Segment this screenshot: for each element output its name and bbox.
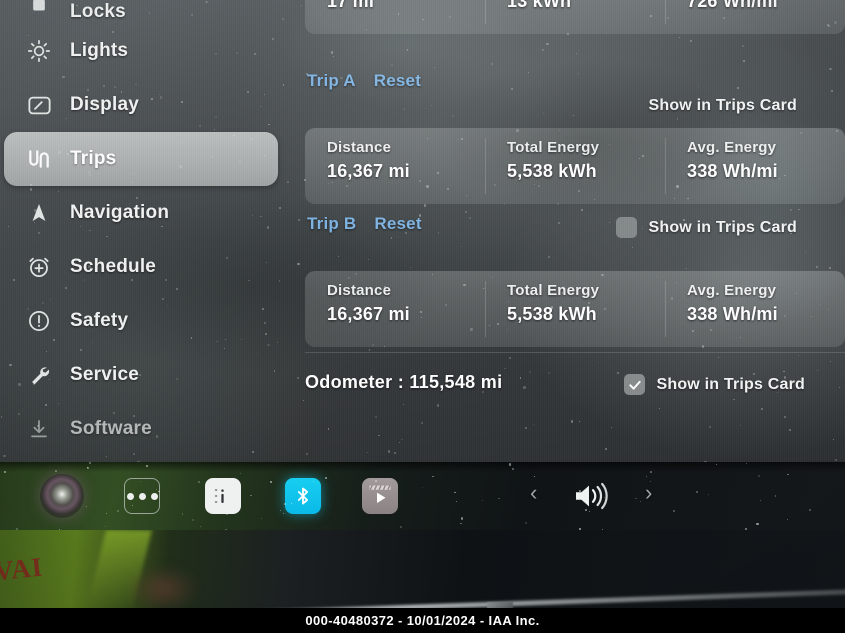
display-icon [24, 90, 54, 120]
sidebar-item-lights[interactable]: Lights [0, 24, 300, 78]
sidebar-item-trips[interactable]: Trips [4, 132, 278, 186]
speaker-icon [576, 482, 608, 510]
trip-current-card: Distance 17 mi Total Energy 13 kWh Avg. … [305, 0, 845, 34]
settings-sidebar: Locks Lights Display Trips Navigation Sc… [0, 0, 300, 462]
odometer-show-label: Show in Trips Card [656, 375, 805, 393]
safety-icon [24, 306, 54, 336]
odometer-row: Odometer : 115,548 mi Show in Trips Card [305, 372, 845, 395]
watermark-text: 000-40480372 - 10/01/2024 - IAA Inc. [305, 613, 540, 628]
trip-a-name: Trip A [307, 71, 356, 90]
avg-energy-value: 338 Wh/mi [687, 304, 778, 324]
media-play-icon [362, 478, 398, 514]
total-energy-label: Total Energy [507, 282, 600, 299]
sidebar-item-navigation[interactable]: Navigation [0, 186, 300, 240]
sidebar-item-display[interactable]: Display [0, 78, 300, 132]
trip-a-total-energy: Total Energy 5,538 kWh [485, 128, 665, 204]
trip-a-show-label: Show in Trips Card [648, 97, 797, 114]
trip-a-reset-button[interactable]: Reset [374, 71, 421, 91]
trip-a-block: Trip A Reset Show in Trips Card Distance… [305, 68, 845, 204]
trip-a-avg-energy: Avg. Energy 338 Wh/mi [665, 128, 845, 204]
total-energy-value: 5,538 kWh [507, 161, 597, 181]
blurred-object [128, 566, 198, 612]
lock-icon [24, 0, 54, 23]
sidebar-item-label: Schedule [70, 256, 157, 277]
trip-b-block: Trip B Reset Show in Trips Card Distance… [305, 211, 845, 347]
trip-current-avg-energy: Avg. Energy 726 Wh/mi [665, 0, 845, 34]
trip-b-show-label: Show in Trips Card [648, 218, 797, 236]
tesla-touchscreen: Locks Lights Display Trips Navigation Sc… [0, 0, 845, 462]
total-energy-value: 13 kWh [507, 0, 572, 11]
sidebar-item-label: Safety [70, 310, 129, 331]
trips-settings-panel: Distance 17 mi Total Energy 13 kWh Avg. … [305, 0, 845, 462]
volume-knob-button[interactable] [40, 474, 84, 518]
sidebar-item-safety[interactable]: Safety [0, 294, 300, 348]
sidebar-item-label: Service [70, 364, 140, 385]
vin-fragment-text: VAI [0, 551, 45, 587]
avg-energy-value: 338 Wh/mi [687, 161, 778, 181]
sidebar-item-label: Trips [70, 148, 117, 169]
sidebar-item-label: Navigation [70, 202, 170, 223]
trip-b-total-energy: Total Energy 5,538 kWh [485, 271, 665, 347]
trips-icon [24, 144, 54, 174]
lights-icon [24, 36, 54, 66]
volume-speaker-button[interactable] [570, 480, 614, 512]
total-energy-label: Total Energy [507, 139, 600, 156]
vehicle-info-button[interactable] [205, 478, 241, 514]
bluetooth-button[interactable] [285, 478, 321, 514]
trip-b-reset-button[interactable]: Reset [374, 214, 421, 234]
distance-value: 16,367 mi [327, 161, 410, 181]
avg-energy-label: Avg. Energy [687, 139, 777, 156]
trip-a-distance: Distance 16,367 mi [305, 128, 485, 204]
odometer-divider [305, 352, 845, 353]
software-icon [24, 414, 54, 444]
auction-watermark: 000-40480372 - 10/01/2024 - IAA Inc. [0, 608, 845, 633]
sidebar-item-schedule[interactable]: Schedule [0, 240, 300, 294]
distance-label: Distance [327, 282, 392, 299]
sidebar-item-label: Display [70, 94, 139, 115]
sidebar-item-label: Locks [70, 1, 126, 22]
trip-current-block: Distance 17 mi Total Energy 13 kWh Avg. … [305, 0, 845, 34]
trip-b-name: Trip B [307, 214, 357, 233]
trip-a-show-in-trips-card[interactable]: Show in Trips Card [648, 97, 797, 115]
trip-a-card: Distance 16,367 mi Total Energy 5,538 kW… [305, 128, 845, 204]
schedule-icon [24, 252, 54, 282]
navigation-icon [24, 198, 54, 228]
service-icon [24, 360, 54, 390]
screen-bottom-bar: ‹ › [0, 462, 845, 530]
sidebar-item-label: Lights [70, 40, 129, 61]
auction-photo: Locks Lights Display Trips Navigation Sc… [0, 0, 845, 633]
trip-a-header: Trip A Reset [305, 68, 845, 94]
avg-energy-value: 726 Wh/mi [687, 0, 778, 11]
trip-b-avg-energy: Avg. Energy 338 Wh/mi [665, 271, 845, 347]
distance-label: Distance [327, 139, 392, 156]
odometer-checkbox[interactable] [624, 374, 646, 395]
previous-track-button[interactable]: ‹ [530, 482, 537, 504]
distance-value: 16,367 mi [327, 304, 410, 324]
ellipsis-icon [124, 478, 160, 514]
info-icon [205, 478, 241, 514]
next-track-button[interactable]: › [645, 482, 652, 504]
total-energy-value: 5,538 kWh [507, 304, 597, 324]
volume-knob-icon [40, 474, 84, 518]
avg-energy-label: Avg. Energy [687, 282, 777, 299]
bluetooth-icon [285, 478, 321, 514]
odometer-text: Odometer : 115,548 mi [305, 372, 503, 392]
distance-value: 17 mi [327, 0, 375, 11]
odometer-show-in-trips-card[interactable]: Show in Trips Card [624, 374, 805, 395]
trip-b-show-in-trips-card[interactable]: Show in Trips Card [616, 217, 797, 238]
sidebar-item-label: Software [70, 418, 152, 439]
sidebar-item-software[interactable]: Software [0, 402, 300, 456]
trip-current-distance: Distance 17 mi [305, 0, 485, 34]
trip-b-distance: Distance 16,367 mi [305, 271, 485, 347]
trip-b-checkbox[interactable] [616, 217, 638, 238]
trip-current-total-energy: Total Energy 13 kWh [485, 0, 665, 34]
sidebar-item-locks[interactable]: Locks [0, 0, 300, 24]
sidebar-item-service[interactable]: Service [0, 348, 300, 402]
media-player-button[interactable] [362, 478, 398, 514]
more-options-button[interactable] [124, 478, 160, 514]
trip-b-card: Distance 16,367 mi Total Energy 5,538 kW… [305, 271, 845, 347]
